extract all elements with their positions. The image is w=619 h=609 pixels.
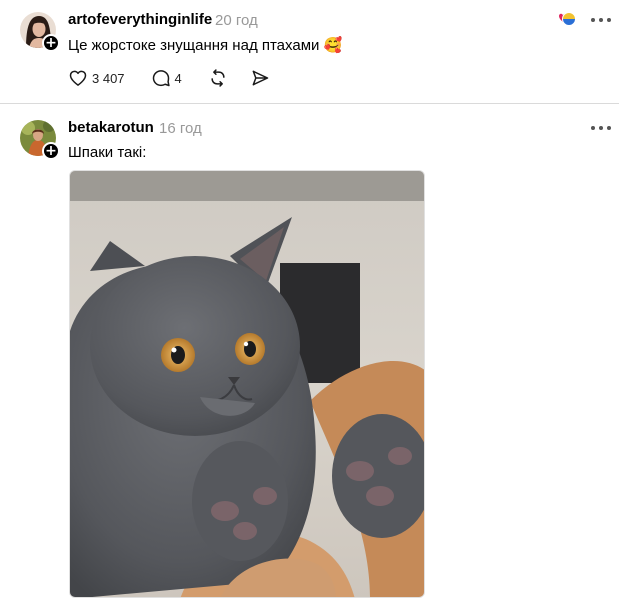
repost-button[interactable] <box>208 66 228 90</box>
avatar[interactable]: + <box>20 12 60 52</box>
cat-photo-image <box>70 171 424 597</box>
more-dots-icon[interactable] <box>591 125 611 131</box>
repost-icon <box>211 69 225 87</box>
share-send-icon <box>252 70 269 86</box>
follow-plus-icon[interactable]: + <box>42 142 60 160</box>
share-button[interactable] <box>250 66 270 90</box>
post-text-content: Це жорстоке знущання над птахами <box>68 37 320 54</box>
post-text: Це жорстоке знущання над птахами 🥰 <box>68 36 342 54</box>
post-time[interactable]: 16 год <box>159 120 202 137</box>
comment-count: 4 <box>174 70 182 86</box>
avatar[interactable]: + <box>20 120 60 160</box>
post-image[interactable] <box>69 170 425 598</box>
post-text: Шпаки такі: <box>68 144 147 161</box>
comment-button[interactable]: 4 <box>151 66 182 90</box>
heart-pride-reaction-icon[interactable] <box>553 10 577 30</box>
emoji-smiling-hearts: 🥰 <box>323 36 343 54</box>
comment-icon <box>152 70 170 87</box>
heart-icon <box>69 70 87 86</box>
like-button[interactable]: 3 407 <box>68 66 125 90</box>
username[interactable]: betakarotun <box>68 119 154 136</box>
username[interactable]: artofeverythinginlife <box>68 11 212 28</box>
more-dots-icon[interactable] <box>591 17 611 23</box>
like-count: 3 407 <box>92 70 125 86</box>
post-time[interactable]: 20 год <box>215 12 258 29</box>
post-1: + artofeverythinginlife 20 год Це жорсто… <box>0 0 619 104</box>
follow-plus-icon[interactable]: + <box>42 34 60 52</box>
post-actions: 3 407 4 <box>68 66 286 90</box>
